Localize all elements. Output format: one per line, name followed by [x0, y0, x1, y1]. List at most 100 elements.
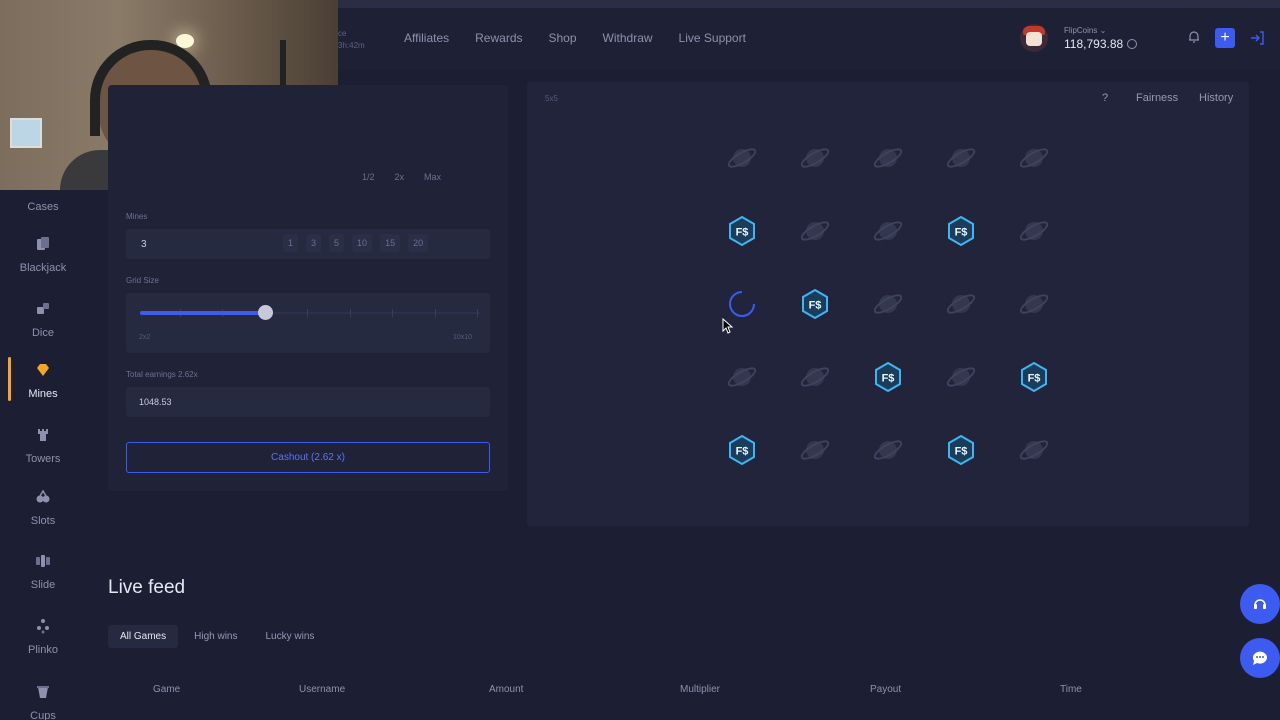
coin-label: F$ [1028, 373, 1041, 385]
help-button[interactable]: ? [1102, 92, 1108, 104]
slider-tick [307, 309, 308, 317]
sidebar-item-label: Mines [28, 388, 58, 400]
mines-option[interactable]: 20 [408, 234, 429, 252]
flipcoin-hex-icon: F$ [729, 215, 755, 247]
mine-cell-coin[interactable]: F$ [932, 421, 990, 479]
tab-high-wins[interactable]: High wins [182, 625, 249, 648]
cashout-button[interactable]: Cashout (2.62 x) [126, 442, 490, 473]
double-bet-button[interactable]: 2x [395, 172, 405, 182]
coin-label: F$ [882, 373, 895, 385]
mine-cell-coin[interactable]: F$ [786, 275, 844, 333]
coin-icon [1127, 39, 1138, 50]
planet-icon [873, 148, 903, 168]
mine-cell-hidden[interactable] [786, 421, 844, 479]
nav-affiliates[interactable]: Affiliates [404, 31, 449, 45]
sidebar-item-label: Slots [30, 515, 56, 527]
sidebar-item-towers[interactable]: Towers [0, 427, 86, 467]
mine-cell-hidden[interactable] [932, 129, 990, 187]
nav-rewards[interactable]: Rewards [475, 31, 522, 45]
flipcoin-hex-icon: F$ [802, 288, 828, 320]
max-bet-button[interactable]: Max [424, 172, 441, 182]
wallet[interactable]: FlipCoins ⌄ 118,793.88 [1020, 24, 1138, 52]
mine-cell-hidden[interactable] [859, 421, 917, 479]
half-bet-button[interactable]: 1/2 [362, 172, 375, 182]
sidebar-item-plinko[interactable]: Plinko [0, 618, 86, 658]
tower-icon [38, 429, 48, 441]
slider-tick [435, 309, 436, 317]
sidebar-item-slots[interactable]: Slots [0, 489, 86, 529]
mine-cell-coin[interactable]: F$ [713, 202, 771, 260]
mine-cell-hidden[interactable] [859, 202, 917, 260]
mines-option[interactable]: 10 [352, 234, 373, 252]
nav-live-support[interactable]: Live Support [679, 31, 746, 45]
planet-icon [1019, 440, 1049, 460]
mine-cell-hidden[interactable] [786, 348, 844, 406]
sidebar-item-mines[interactable]: Mines [0, 362, 86, 402]
mine-cell-hidden[interactable] [932, 275, 990, 333]
partial-label: ce [338, 29, 347, 38]
tab-all-games[interactable]: All Games [108, 625, 179, 648]
nav-shop[interactable]: Shop [549, 31, 577, 45]
mine-cell-coin[interactable]: F$ [932, 202, 990, 260]
coin-label: F$ [809, 300, 822, 312]
live-feed-tabs: All Games High wins Lucky wins [108, 625, 330, 648]
mines-option[interactable]: 1 [283, 234, 299, 252]
mine-cell-hidden[interactable] [1005, 202, 1063, 260]
planet-icon [800, 221, 830, 241]
mines-option[interactable]: 3 [306, 234, 322, 252]
planet-icon [727, 367, 757, 387]
cups-icon [37, 686, 49, 698]
bell-icon[interactable] [1187, 30, 1201, 44]
grid-size-slider-handle[interactable] [258, 305, 273, 320]
planet-icon [727, 148, 757, 168]
sidebar-item-cups[interactable]: Cups [0, 684, 86, 720]
mine-cell-hidden[interactable] [859, 275, 917, 333]
mine-cell-hidden[interactable] [859, 129, 917, 187]
mine-cell-hidden[interactable] [1005, 275, 1063, 333]
sidebar-item-dice[interactable]: Dice [0, 301, 86, 341]
planet-icon [800, 148, 830, 168]
wallet-label: FlipCoins ⌄ [1064, 25, 1107, 35]
avatar[interactable] [1020, 24, 1048, 52]
flipcoin-hex-icon: F$ [729, 434, 755, 466]
support-chat-button[interactable] [1240, 584, 1280, 624]
mouse-cursor [722, 318, 734, 334]
mines-option[interactable]: 5 [329, 234, 345, 252]
mine-cell-hidden[interactable] [786, 202, 844, 260]
mine-cell-coin[interactable]: F$ [713, 421, 771, 479]
mine-cell-coin[interactable]: F$ [1005, 348, 1063, 406]
nav-withdraw[interactable]: Withdraw [603, 31, 653, 45]
history-button[interactable]: History [1199, 92, 1233, 104]
sidebar-item-slide[interactable]: Slide [0, 553, 86, 593]
chat-button[interactable] [1240, 638, 1280, 678]
planet-icon [946, 148, 976, 168]
mine-cell-hidden[interactable] [932, 348, 990, 406]
earnings-label: Total earnings 2.62x [126, 370, 198, 379]
grid-size-field [126, 293, 490, 353]
flipcoin-hex-icon: F$ [1021, 361, 1047, 393]
mine-cell-hidden[interactable] [1005, 421, 1063, 479]
earnings-field [126, 387, 490, 417]
grid-max-label: 10x10 [453, 334, 473, 341]
mine-cell-hidden[interactable] [1005, 129, 1063, 187]
planet-icon [1019, 294, 1049, 314]
mine-cell-hidden[interactable] [713, 129, 771, 187]
mine-cell-coin[interactable]: F$ [859, 348, 917, 406]
coin-label: F$ [736, 446, 749, 458]
mine-cell-hidden[interactable] [713, 348, 771, 406]
sidebar-item-blackjack[interactable]: Blackjack [0, 236, 86, 276]
fairness-button[interactable]: Fairness [1136, 92, 1178, 104]
logout-icon[interactable] [1250, 31, 1264, 45]
deposit-plus-button[interactable]: + [1215, 28, 1235, 48]
mines-option[interactable]: 15 [380, 234, 401, 252]
column-username: Username [299, 684, 346, 695]
slider-tick [350, 309, 351, 317]
mine-cell-hidden[interactable] [786, 129, 844, 187]
tab-lucky-wins[interactable]: Lucky wins [253, 625, 326, 648]
mines-options: 1 3 5 10 15 20 [283, 234, 436, 252]
sidebar-item-cases[interactable]: Cases [0, 197, 86, 215]
planet-icon [946, 367, 976, 387]
sidebar-item-label: Blackjack [19, 262, 67, 274]
cards-icon [37, 237, 49, 250]
plinko-icon [37, 619, 49, 634]
